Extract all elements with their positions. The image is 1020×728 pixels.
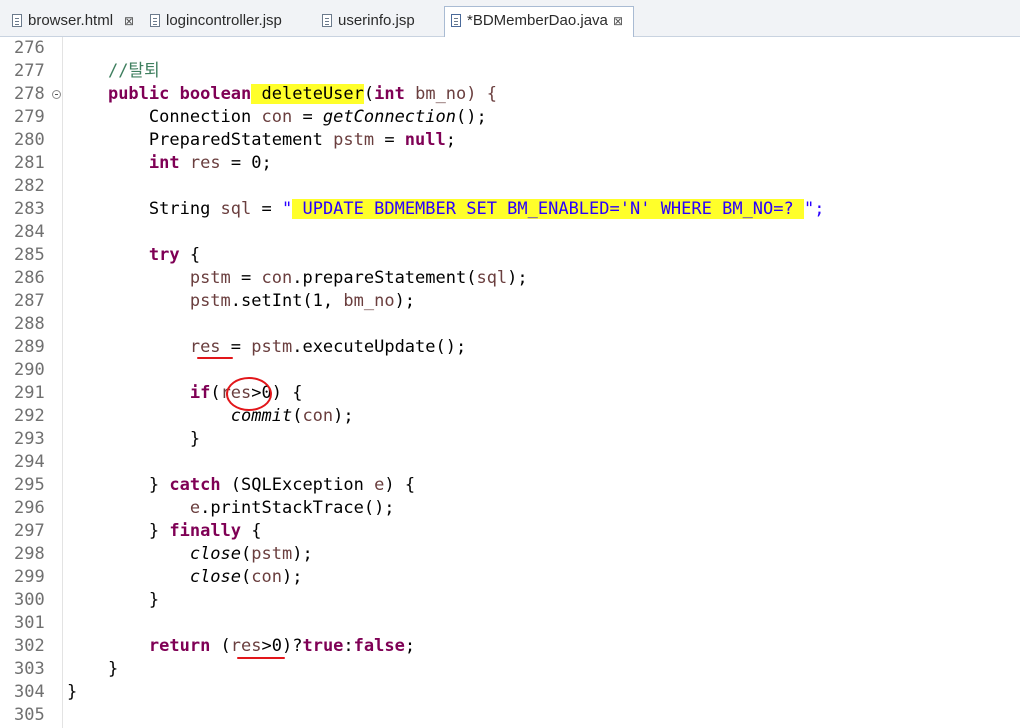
close-tab-icon[interactable]: ⊠	[124, 7, 134, 35]
tab-label: userinfo.jsp	[338, 12, 415, 29]
line-number: 283	[14, 199, 45, 219]
tab-label: *BDMemberDao.java	[467, 12, 608, 29]
line-number: 289	[14, 337, 45, 357]
line-number: 285	[14, 245, 45, 265]
line-number: 288	[14, 314, 45, 334]
tab-label: browser.html	[28, 12, 114, 29]
line-number: 305	[14, 705, 45, 725]
code-editor[interactable]: 276 277 278 279 280 281 282 283 284 285 …	[0, 37, 1020, 728]
editor-tab-bar: browser.html ⊠ logincontroller.jsp useri…	[0, 0, 1020, 37]
line-number: 297	[14, 521, 45, 541]
code-line: close(pstm);	[189, 544, 313, 564]
code-comment: //탈퇴	[107, 61, 160, 81]
line-number: 302	[14, 636, 45, 656]
line-number: 290	[14, 360, 45, 380]
tab-label: logincontroller.jsp	[166, 12, 282, 29]
line-number: 300	[14, 590, 45, 610]
line-number: 299	[14, 567, 45, 587]
code-line: PreparedStatement pstm = null;	[148, 130, 456, 150]
code-line: commit(con);	[230, 406, 354, 426]
code-line: }	[67, 682, 78, 702]
code-line: int res = 0;	[148, 153, 272, 173]
code-line: pstm.setInt(1, bm_no) {bm_no);	[189, 291, 416, 311]
code-line: }	[189, 429, 201, 449]
code-line: public boolean deleteUser(int bm_no) {	[107, 84, 497, 104]
code-line: //탈퇴	[67, 60, 1017, 83]
tab-userinfo-jsp[interactable]: userinfo.jsp	[316, 7, 442, 35]
line-number: 293	[14, 429, 45, 449]
overview-ruler	[0, 37, 8, 728]
close-tab-icon[interactable]: ⊠	[613, 7, 623, 35]
keyword: public	[107, 84, 170, 104]
line-number: 276	[14, 38, 45, 58]
line-number: 281	[14, 153, 45, 173]
red-circle-annotation	[226, 377, 272, 411]
tab-browser-html[interactable]: browser.html ⊠	[6, 7, 142, 35]
line-number: 277	[14, 61, 45, 81]
line-number: 303	[14, 659, 45, 679]
code-line: }	[148, 590, 160, 610]
sql-string-highlight: UPDATE BDMEMBER SET BM_ENABLED='N' WHERE…	[292, 199, 804, 219]
html-file-icon	[12, 14, 22, 27]
line-number: 292	[14, 406, 45, 426]
line-number: 304	[14, 682, 45, 702]
jsp-file-icon	[150, 14, 160, 27]
gutter-separator	[62, 37, 63, 728]
parameter: bm_no) {	[404, 84, 497, 104]
code-line: res = pstm.executeUpdate();	[189, 337, 467, 357]
code-line: e.printStackTrace();	[189, 498, 395, 518]
line-number: 286	[14, 268, 45, 288]
red-underline-annotation	[237, 657, 285, 659]
line-number: 301	[14, 613, 45, 633]
code-line: } finally {	[148, 521, 262, 541]
keyword: boolean	[179, 84, 252, 104]
code-line: return (res>0)?true:false;	[148, 636, 416, 656]
line-number: 296	[14, 498, 45, 518]
code-line: close(con);	[189, 567, 303, 587]
line-number: 279	[14, 107, 45, 127]
fold-collapse-icon[interactable]	[52, 90, 61, 99]
red-underline-annotation	[197, 357, 233, 359]
line-number: 287	[14, 291, 45, 311]
method-name: deleteUser	[261, 84, 364, 104]
line-number: 280	[14, 130, 45, 150]
highlight-mark: deleteUser	[251, 84, 364, 104]
code-line: Connection con = getConnection();	[148, 107, 487, 127]
code-line: pstm = con.prepareStatement(sql);	[189, 268, 528, 288]
code-line: }	[107, 659, 119, 679]
jsp-file-icon	[322, 14, 332, 27]
code-line: } catch (SQLException e) {	[148, 475, 416, 495]
tab-logincontroller-jsp[interactable]: logincontroller.jsp	[144, 7, 314, 35]
line-number: 291	[14, 383, 45, 403]
line-number: 282	[14, 176, 45, 196]
code-line: String sql = " UPDATE BDMEMBER SET BM_EN…	[148, 199, 825, 219]
java-file-icon	[451, 14, 461, 27]
code-line: if(res>0) {	[189, 383, 303, 403]
line-number: 284	[14, 222, 45, 242]
line-number: 294	[14, 452, 45, 472]
code-line: try {	[148, 245, 201, 265]
line-number: 295	[14, 475, 45, 495]
line-number: 298	[14, 544, 45, 564]
keyword: int	[374, 84, 405, 104]
tab-bdmemberdao-java[interactable]: *BDMemberDao.java ⊠	[444, 6, 634, 37]
